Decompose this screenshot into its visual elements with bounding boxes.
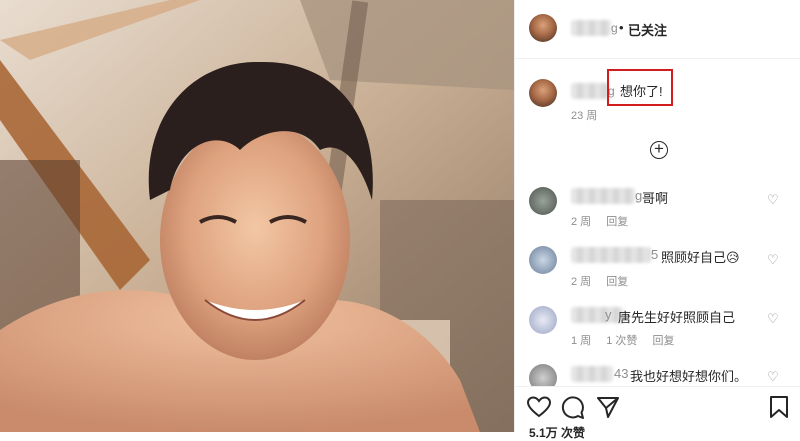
comment-likes[interactable]: 1 次赞 bbox=[606, 335, 637, 347]
comment-username-tail[interactable]: 5 bbox=[651, 247, 658, 262]
comment-text: 哥啊 bbox=[642, 191, 669, 206]
separator-dot: • bbox=[619, 20, 624, 35]
caption-avatar[interactable] bbox=[529, 79, 557, 107]
comment-avatar[interactable] bbox=[529, 306, 557, 334]
heart-icon[interactable]: ♡ bbox=[767, 192, 779, 208]
comment-username-tail[interactable]: 43 bbox=[614, 366, 628, 381]
comment-meta: 2 周 回复 bbox=[571, 273, 640, 289]
caption-username-blurred[interactable] bbox=[571, 83, 609, 99]
post-photo bbox=[0, 0, 514, 432]
comment-username-blurred[interactable] bbox=[571, 188, 635, 204]
plus-circle-icon[interactable]: + bbox=[650, 140, 668, 159]
comment-text: 唐先生好好照顾自己 bbox=[618, 310, 736, 325]
comment-meta: 2 周 回复 bbox=[571, 213, 640, 229]
follow-status-button[interactable]: 已关注 bbox=[628, 20, 667, 39]
heart-icon[interactable]: ♡ bbox=[767, 252, 779, 268]
paper-plane-icon[interactable] bbox=[596, 396, 620, 418]
caption-text: 想你了! bbox=[620, 84, 663, 99]
post-sidebar: g • 已关注 g 想你了! 23 周 + g 哥啊 2 周 回复 ♡ 5 照顾… bbox=[514, 0, 800, 440]
portrait-image bbox=[0, 0, 514, 432]
author-username-blurred[interactable] bbox=[571, 20, 611, 36]
comment-time: 1 周 bbox=[571, 335, 592, 347]
likes-count[interactable]: 5.1万 次赞 bbox=[529, 424, 585, 441]
author-username-tail[interactable]: g bbox=[611, 21, 618, 35]
comment-avatar[interactable] bbox=[529, 187, 557, 215]
bookmark-icon[interactable] bbox=[769, 396, 789, 418]
reply-button[interactable]: 回复 bbox=[606, 216, 628, 228]
action-bar: 5.1万 次赞 bbox=[515, 386, 800, 440]
comment-text: 照顾好自己😥 bbox=[661, 250, 740, 265]
caption-time: 23 周 bbox=[571, 110, 598, 122]
comment-username-tail[interactable]: y bbox=[605, 307, 612, 322]
comment-username-blurred[interactable] bbox=[571, 307, 623, 323]
comment-meta: 1 周 1 次赞 回复 bbox=[571, 332, 687, 348]
comment-username-blurred[interactable] bbox=[571, 247, 651, 263]
heart-outline-icon[interactable] bbox=[527, 396, 551, 418]
comment-avatar[interactable] bbox=[529, 246, 557, 274]
comment-text: 我也好想好想你们。 bbox=[630, 369, 748, 384]
comment-username-blurred[interactable] bbox=[571, 366, 613, 382]
heart-icon[interactable]: ♡ bbox=[767, 311, 779, 327]
reply-button[interactable]: 回复 bbox=[653, 335, 675, 347]
header-divider bbox=[515, 58, 800, 59]
action-divider bbox=[515, 386, 800, 387]
reply-button[interactable]: 回复 bbox=[606, 276, 628, 288]
heart-icon[interactable]: ♡ bbox=[767, 369, 779, 385]
comment-time: 2 周 bbox=[571, 276, 592, 288]
comment-time: 2 周 bbox=[571, 216, 592, 228]
comment-icon[interactable] bbox=[561, 396, 585, 420]
author-avatar[interactable] bbox=[529, 14, 557, 42]
